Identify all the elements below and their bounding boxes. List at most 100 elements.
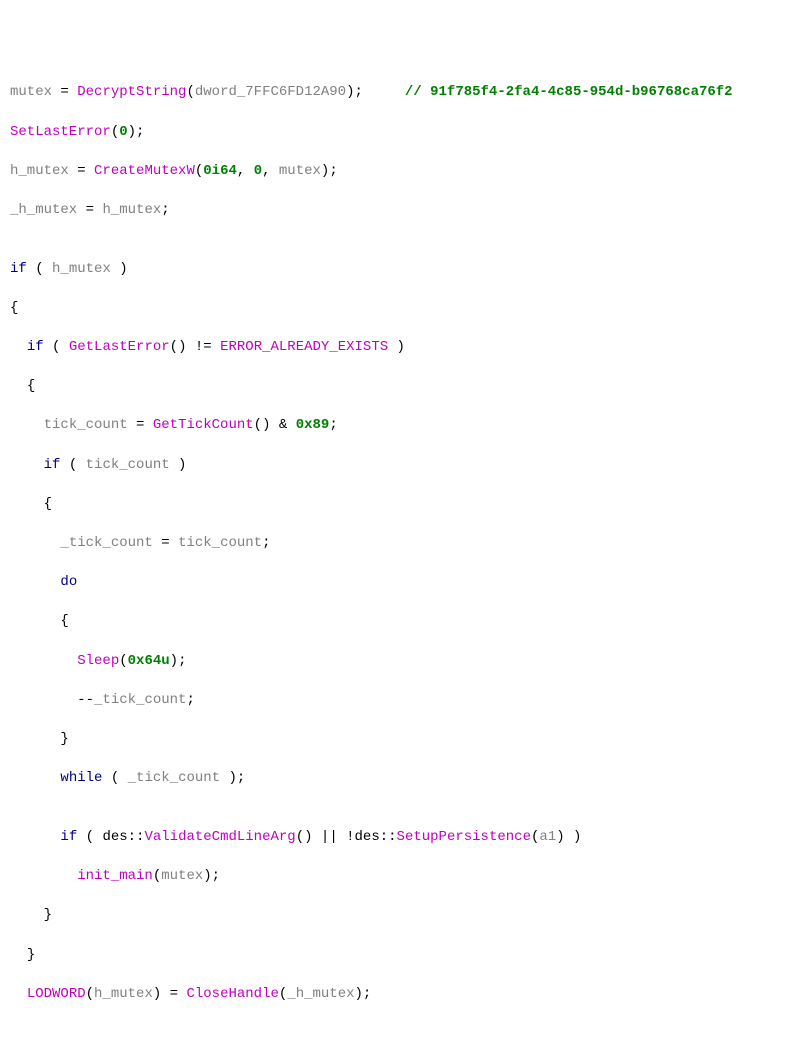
paren-open: ( [153, 868, 161, 884]
identifier: h_mutex [10, 163, 69, 179]
comment: // 91f785f4-2fa4-4c85-954d-b96768ca76f2 [405, 84, 733, 100]
parens: () [254, 417, 271, 433]
whitespace [44, 339, 52, 355]
paren-open: ( [186, 84, 194, 100]
identifier: _h_mutex [287, 986, 354, 1002]
indent [10, 947, 27, 963]
paren-close: ) [111, 261, 128, 277]
paren-open: ( [111, 124, 119, 140]
paren-open: ( [531, 829, 539, 845]
paren-open: ( [119, 653, 127, 669]
paren-open: ( [52, 339, 69, 355]
identifier: _tick_count [60, 535, 152, 551]
indent [10, 339, 27, 355]
semicolon: ; [161, 202, 169, 218]
macro-call: LODWORD [27, 986, 86, 1002]
code-view: mutex = DecryptString(dword_7FFC6FD12A90… [10, 83, 791, 1024]
number: 0 [119, 124, 127, 140]
paren-open: ( [86, 829, 103, 845]
paren-close: ) [556, 829, 564, 845]
semicolon: ; [355, 84, 363, 100]
indent [10, 868, 77, 884]
brace: { [60, 613, 68, 629]
code-line: Sleep(0x64u); [10, 652, 791, 672]
parens: () [170, 339, 187, 355]
brace: } [60, 731, 68, 747]
indent [10, 653, 77, 669]
function-call: DecryptString [77, 84, 186, 100]
paren-open: ( [195, 163, 203, 179]
function-call: GetTickCount [153, 417, 254, 433]
indent [10, 731, 60, 747]
paren-close: ) [388, 339, 405, 355]
number: 0 [254, 163, 262, 179]
code-line: } [10, 906, 791, 926]
operator: != [186, 339, 220, 355]
code-line: _tick_count = tick_count; [10, 534, 791, 554]
semicolon: ; [186, 692, 194, 708]
function-call: init_main [77, 868, 153, 884]
indent [10, 574, 60, 590]
operator: = [153, 535, 178, 551]
indent [10, 829, 60, 845]
semicolon: ; [262, 535, 270, 551]
constant: ERROR_ALREADY_EXISTS [220, 339, 388, 355]
paren-open: ( [279, 986, 287, 1002]
code-line: { [10, 299, 791, 319]
parens: () [296, 829, 313, 845]
whitespace [102, 770, 110, 786]
paren-close: ) [203, 868, 211, 884]
identifier: _tick_count [128, 770, 220, 786]
code-line: _h_mutex = h_mutex; [10, 201, 791, 221]
indent [10, 770, 60, 786]
code-line: if ( h_mutex ) [10, 260, 791, 280]
function-call: Sleep [77, 653, 119, 669]
paren-close: ) [346, 84, 354, 100]
paren-close: ) [170, 653, 178, 669]
function-call: CloseHandle [186, 986, 278, 1002]
identifier: tick_count [86, 457, 170, 473]
identifier: tick_count [44, 417, 128, 433]
code-line: h_mutex = CreateMutexW(0i64, 0, mutex); [10, 162, 791, 182]
identifier: _tick_count [94, 692, 186, 708]
code-line: { [10, 495, 791, 515]
code-line: mutex = DecryptString(dword_7FFC6FD12A90… [10, 83, 791, 103]
number: 0x89 [296, 417, 330, 433]
identifier: h_mutex [94, 986, 153, 1002]
code-line: { [10, 612, 791, 632]
indent [10, 417, 44, 433]
indent [10, 457, 44, 473]
identifier: a1 [539, 829, 556, 845]
semicolon: ; [212, 868, 220, 884]
comma: , [237, 163, 254, 179]
identifier: tick_count [178, 535, 262, 551]
paren-close: ) [355, 986, 363, 1002]
code-line: } [10, 946, 791, 966]
keyword: if [10, 261, 27, 277]
namespace: des:: [102, 829, 144, 845]
indent [10, 496, 44, 512]
identifier: dword_7FFC6FD12A90 [195, 84, 346, 100]
code-line: if ( GetLastError() != ERROR_ALREADY_EXI… [10, 338, 791, 358]
number: 0i64 [203, 163, 237, 179]
brace: } [44, 907, 52, 923]
code-line: do [10, 573, 791, 593]
brace: { [44, 496, 52, 512]
code-line: LODWORD(h_mutex) = CloseHandle(_h_mutex)… [10, 985, 791, 1005]
function-call: ValidateCmdLineArg [144, 829, 295, 845]
paren-open: ( [111, 770, 128, 786]
identifier: mutex [279, 163, 321, 179]
paren-close: ) [153, 986, 161, 1002]
brace: { [27, 378, 35, 394]
operator: = [69, 163, 94, 179]
function-call: SetupPersistence [397, 829, 531, 845]
indent [10, 986, 27, 1002]
operator: = [128, 417, 153, 433]
number: 0x64u [128, 653, 170, 669]
code-line: } [10, 730, 791, 750]
operator: -- [77, 692, 94, 708]
operator: = [77, 202, 102, 218]
keyword: if [60, 829, 77, 845]
code-line: init_main(mutex); [10, 867, 791, 887]
brace: } [27, 947, 35, 963]
